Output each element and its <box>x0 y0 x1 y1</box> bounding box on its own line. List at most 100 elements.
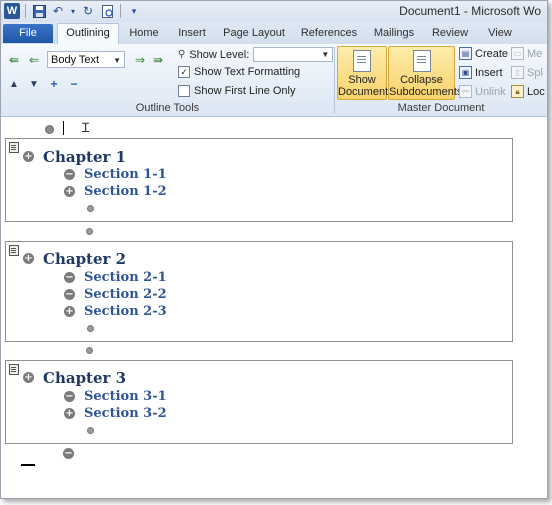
document-icon <box>353 50 371 72</box>
chapter-heading: Chapter 1 <box>43 148 127 166</box>
tab-references[interactable]: References <box>297 24 361 43</box>
merge-icon: ▭ <box>511 47 524 60</box>
body-text-bullet <box>45 125 54 134</box>
show-level-select[interactable]: ▼ <box>253 47 334 62</box>
tab-review[interactable]: Review <box>429 24 471 43</box>
title-bar: W ↶ ▾ ↻ ▾ Document1 - Microsoft Wo <box>1 1 547 23</box>
outline-level-select[interactable]: Body Text ▼ <box>47 51 125 68</box>
split-label: Spl <box>527 66 543 79</box>
qat-separator <box>120 4 121 18</box>
promote-icon[interactable]: ⇐ <box>27 53 41 67</box>
unlink-button[interactable]: ⚯ Unlink <box>459 85 506 98</box>
lock-icon: 🔒︎ <box>511 85 524 98</box>
show-level-row: ⚲ Show Level: ▼ <box>178 47 334 62</box>
ibeam-cursor-icon: Ɪ <box>82 120 90 135</box>
show-text-formatting-row[interactable]: ✓ Show Text Formatting <box>178 66 300 78</box>
expand-icon[interactable]: + <box>64 306 75 317</box>
show-document-label: Show Document <box>338 74 389 98</box>
expand-icon[interactable]: + <box>23 253 34 264</box>
body-text-bullet <box>87 427 94 434</box>
collapse-icon[interactable]: − <box>64 169 75 180</box>
tab-insert[interactable]: Insert <box>172 24 212 43</box>
text-cursor <box>63 121 64 135</box>
subdocument-2[interactable]: + Chapter 2 − Section 2-1 − Section 2-2 … <box>5 241 513 342</box>
collapse-subdocuments-button[interactable]: Collapse Subdocuments <box>388 46 462 100</box>
tab-view[interactable]: View <box>483 24 517 43</box>
ribbon: ⇚ ⇐ Body Text ▼ ⇒ ⇛ ▲ ▼ + − ⚲ Show Level… <box>1 44 547 117</box>
expand-icon[interactable]: + <box>64 186 75 197</box>
move-down-icon[interactable]: ▼ <box>27 78 41 92</box>
document-area[interactable]: Ɪ + Chapter 1 − Section 1-1 + Section 1-… <box>1 117 547 498</box>
outline-tools-group: ⇚ ⇐ Body Text ▼ ⇒ ⇛ ▲ ▼ + − ⚲ Show Level… <box>1 44 334 116</box>
collapse-icon[interactable]: − <box>64 289 75 300</box>
collapse-icon[interactable]: − <box>64 391 75 402</box>
show-first-line-only-checkbox[interactable] <box>178 85 190 97</box>
collapse-icon[interactable]: − <box>67 77 81 91</box>
subdocument-3[interactable]: + Chapter 3 − Section 3-1 + Section 3-2 <box>5 360 513 444</box>
outline-level-value: Body Text <box>51 54 100 66</box>
collapse-icon[interactable]: − <box>64 272 75 283</box>
lock-label: Loc <box>527 85 545 98</box>
demote-icon[interactable]: ⇒ <box>133 53 147 67</box>
tab-outlining[interactable]: Outlining <box>57 23 119 45</box>
show-level-label: Show Level: <box>189 48 250 61</box>
body-text-bullet <box>86 228 93 235</box>
merge-label: Me <box>527 47 543 60</box>
word-window: W ↶ ▾ ↻ ▾ Document1 - Microsoft Wo File … <box>0 0 548 499</box>
section-heading: Section 2-1 <box>84 270 167 285</box>
show-first-line-only-row[interactable]: Show First Line Only <box>178 85 295 97</box>
insert-button[interactable]: ▣ Insert <box>459 66 503 79</box>
end-of-document-mark <box>21 464 35 466</box>
outline-tools-label: Outline Tools <box>135 102 200 114</box>
expand-icon[interactable]: + <box>64 408 75 419</box>
undo-icon[interactable]: ↶ <box>50 3 66 19</box>
tab-home[interactable]: Home <box>125 24 163 43</box>
word-logo-icon[interactable]: W <box>4 3 20 19</box>
chevron-down-icon: ▼ <box>321 50 330 59</box>
unlink-icon: ⚯ <box>459 85 472 98</box>
unlink-label: Unlink <box>475 85 506 98</box>
save-icon[interactable] <box>31 3 47 19</box>
insert-icon: ▣ <box>459 66 472 79</box>
print-preview-icon[interactable] <box>99 3 115 19</box>
show-first-line-only-label: Show First Line Only <box>194 85 296 97</box>
collapse-icon[interactable]: − <box>63 448 74 459</box>
merge-button[interactable]: ▭ Me <box>511 47 542 60</box>
chapter-heading: Chapter 2 <box>43 250 127 268</box>
tab-file[interactable]: File <box>3 24 53 43</box>
quick-access-toolbar: W ↶ ▾ ↻ ▾ <box>4 3 142 19</box>
tab-mailings[interactable]: Mailings <box>369 24 419 43</box>
section-heading: Section 1-1 <box>84 167 167 182</box>
master-document-group: Show Document Collapse Subdocuments ▤ Cr… <box>335 44 547 116</box>
lock-button[interactable]: 🔒︎ Loc <box>511 85 545 98</box>
ribbon-tabs: File Outlining Home Insert Page Layout R… <box>1 22 547 45</box>
create-button[interactable]: ▤ Create <box>459 47 508 60</box>
body-text-bullet <box>87 205 94 212</box>
show-text-formatting-label: Show Text Formatting <box>194 66 301 78</box>
subdocument-1[interactable]: + Chapter 1 − Section 1-1 + Section 1-2 <box>5 138 513 222</box>
customize-qat-icon[interactable]: ▾ <box>126 3 142 19</box>
section-heading: Section 1-2 <box>84 184 167 199</box>
collapse-subdocuments-label: Collapse Subdocuments <box>389 74 463 98</box>
promote-to-heading-1-icon[interactable]: ⇚ <box>7 53 21 67</box>
expand-icon[interactable]: + <box>47 77 61 91</box>
tab-page-layout[interactable]: Page Layout <box>220 24 288 43</box>
show-document-button[interactable]: Show Document <box>337 46 389 100</box>
subdocument-icon <box>9 142 19 153</box>
insert-label: Insert <box>475 66 503 79</box>
dropdown-icon[interactable]: ▾ <box>69 3 77 19</box>
collapse-document-icon <box>412 50 431 72</box>
redo-icon[interactable]: ↻ <box>80 3 96 19</box>
expand-icon[interactable]: + <box>23 372 34 383</box>
split-button[interactable]: ▯ Spl <box>511 66 543 79</box>
chevron-down-icon: ▼ <box>113 56 121 65</box>
demote-to-body-text-icon[interactable]: ⇛ <box>151 53 165 67</box>
create-icon: ▤ <box>459 47 472 60</box>
move-up-icon[interactable]: ▲ <box>7 78 21 92</box>
body-text-bullet <box>86 347 93 354</box>
chapter-heading: Chapter 3 <box>43 369 127 387</box>
show-text-formatting-checkbox[interactable]: ✓ <box>178 66 190 78</box>
subdocument-icon <box>9 364 19 375</box>
section-heading: Section 2-3 <box>84 304 167 319</box>
expand-icon[interactable]: + <box>23 151 34 162</box>
